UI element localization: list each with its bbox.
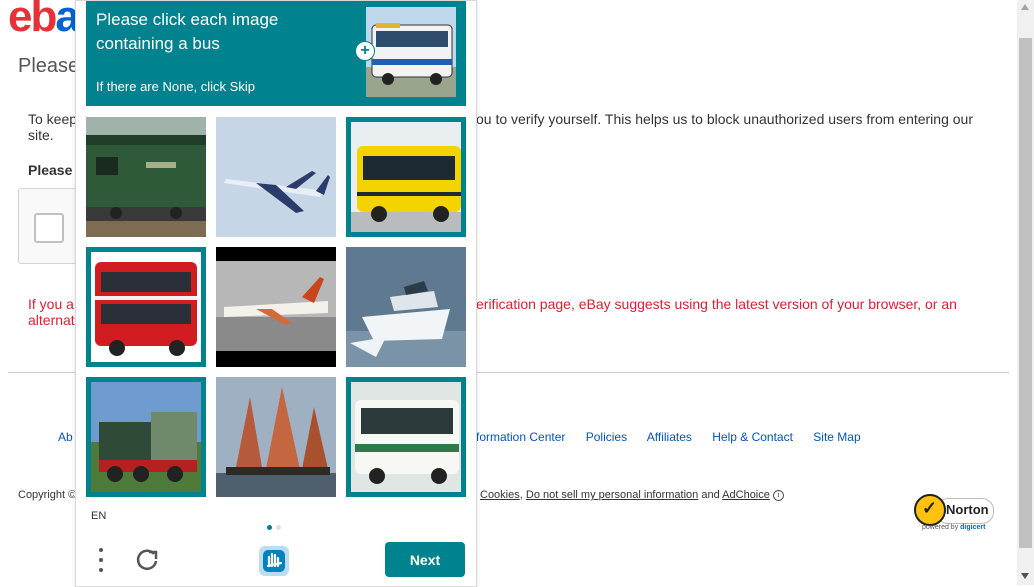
tile-steam-train[interactable] <box>86 377 206 497</box>
prompt-title: Please click each image containing a bus <box>96 10 279 53</box>
footer-link-info-center[interactable]: formation Center <box>476 430 565 444</box>
red-bus-image <box>91 252 201 362</box>
legal-and-text: and <box>701 489 720 501</box>
logo-letters-eb: eb <box>8 0 57 41</box>
warning-line-1: If you a <box>28 296 74 312</box>
green-train-image <box>86 117 206 237</box>
menu-icon[interactable] <box>94 546 108 574</box>
legal-links: Cookies, Do not sell my personal informa… <box>480 489 784 501</box>
scrollbar-thumb[interactable] <box>1019 38 1032 548</box>
adchoice-link[interactable]: AdChoice <box>722 489 770 501</box>
example-bus-image[interactable] <box>366 7 456 97</box>
tile-bus-yellow[interactable] <box>346 117 466 237</box>
challenge-prompt: Please click each image containing a bus… <box>86 1 466 106</box>
tile-sailboats[interactable] <box>216 377 336 497</box>
next-button[interactable]: Next <box>385 542 465 577</box>
white-bus-image <box>351 382 461 492</box>
footer-link-affiliates[interactable]: Affiliates <box>647 430 692 444</box>
copyright-text: Copyright © <box>18 489 77 501</box>
norton-check-icon <box>914 494 946 526</box>
tile-airplane[interactable] <box>216 117 336 237</box>
example-bus-illustration <box>366 7 456 97</box>
digicert-text: digicert <box>960 524 986 531</box>
norton-powered-by: powered by digicert <box>922 524 985 531</box>
airplane-image <box>216 117 336 237</box>
do-not-sell-link[interactable]: Do not sell my personal information <box>526 489 698 501</box>
scroll-up-arrow-icon[interactable] <box>1021 4 1029 10</box>
captcha-challenge-popup: Please click each image containing a bus… <box>75 0 477 587</box>
footer-link-policies[interactable]: Policies <box>586 430 627 444</box>
tile-speedboat[interactable] <box>346 247 466 367</box>
footer-link-about[interactable]: Ab <box>58 430 73 444</box>
browser-warning-right: erification page, eBay suggests using th… <box>476 296 957 312</box>
page-dot-2 <box>276 525 281 530</box>
page-heading: Please <box>18 55 80 77</box>
norton-brand: Norton <box>946 502 989 517</box>
speedboat-image <box>346 247 466 367</box>
language-selector[interactable]: EN <box>91 510 106 522</box>
tile-bus-red-double-decker[interactable] <box>86 247 206 367</box>
warning-line-2: alternat <box>28 312 75 328</box>
hcaptcha-logo-icon[interactable] <box>257 544 291 578</box>
expand-example-icon[interactable]: + <box>355 41 375 61</box>
refresh-icon[interactable] <box>134 546 160 572</box>
please-label: Please <box>28 162 73 178</box>
tile-bus-white[interactable] <box>346 377 466 497</box>
scroll-down-arrow-icon[interactable] <box>1021 573 1029 579</box>
adchoice-icon[interactable]: i <box>772 489 784 501</box>
footer-link-site-map[interactable]: Site Map <box>813 430 860 444</box>
sailboats-image <box>216 377 336 497</box>
captcha-checkbox[interactable] <box>34 213 64 243</box>
footer-links: formation Center Policies Affiliates Hel… <box>476 430 878 444</box>
steam-train-image <box>91 382 201 492</box>
image-grid <box>86 117 466 497</box>
powered-by-text: powered by <box>922 524 959 531</box>
ebay-logo[interactable]: eba <box>8 0 80 42</box>
norton-seal[interactable]: Norton powered by digicert <box>912 492 994 536</box>
intro-text-right: ou to verify yourself. This helps us to … <box>476 111 973 127</box>
intro-line-1: To keep <box>28 111 78 127</box>
prompt-subtitle: If there are None, click Skip <box>96 79 255 94</box>
page-indicator <box>267 517 285 535</box>
intro-line-2: site. <box>28 127 54 143</box>
footer-link-help-contact[interactable]: Help & Contact <box>712 430 793 444</box>
airplane-runway-image <box>216 247 336 367</box>
tile-train-green[interactable] <box>86 117 206 237</box>
yellow-bus-image <box>351 122 461 232</box>
page-scrollbar[interactable] <box>1017 0 1034 585</box>
tile-airplane-runway[interactable] <box>216 247 336 367</box>
page-dot-1 <box>267 525 272 530</box>
cookies-link[interactable]: Cookies <box>480 489 520 501</box>
